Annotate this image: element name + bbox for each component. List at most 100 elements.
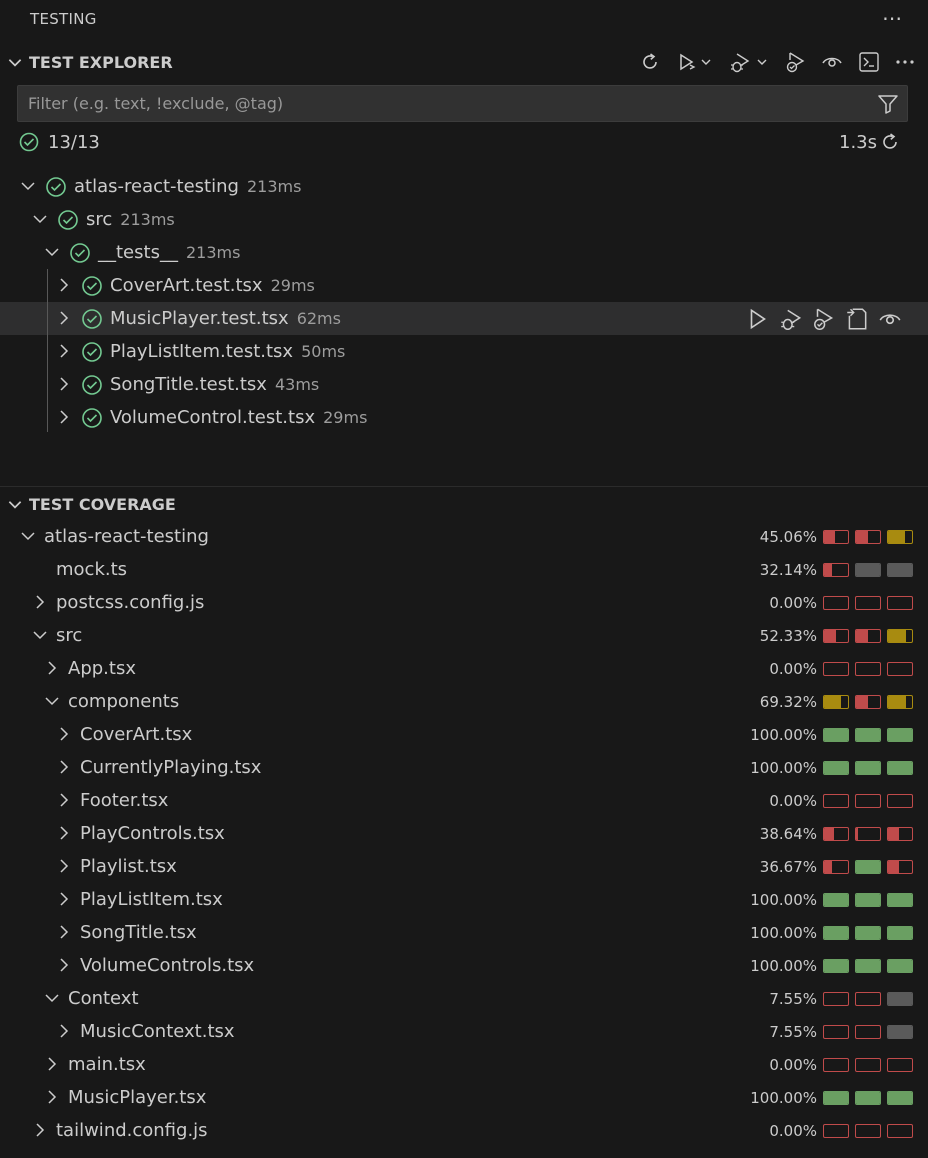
watch-icon[interactable] bbox=[877, 306, 903, 332]
filter-icon[interactable] bbox=[877, 93, 899, 115]
test-tree-item[interactable]: PlayListItem.test.tsx 50ms bbox=[0, 335, 928, 368]
test-tree-item[interactable]: SongTitle.test.tsx 43ms bbox=[0, 368, 928, 401]
coverage-item-label: MusicPlayer.tsx bbox=[68, 1087, 207, 1108]
statement-coverage-bar bbox=[823, 1025, 849, 1039]
more-icon[interactable] bbox=[890, 47, 920, 77]
function-coverage-bar bbox=[855, 596, 881, 610]
chevron-down-icon[interactable] bbox=[44, 990, 60, 1006]
chevron-down-icon[interactable] bbox=[32, 211, 48, 227]
chevron-down-icon[interactable] bbox=[20, 178, 36, 194]
statement-coverage-bar bbox=[823, 827, 849, 841]
debug-test-icon[interactable] bbox=[778, 306, 804, 332]
coverage-item-label: tailwind.config.js bbox=[56, 1120, 208, 1141]
filter-box[interactable] bbox=[17, 85, 908, 122]
coverage-row[interactable]: Footer.tsx 0.00% bbox=[0, 784, 928, 817]
coverage-bar-fill bbox=[856, 564, 880, 576]
chevron-right-icon[interactable] bbox=[56, 891, 72, 907]
chevron-down-icon[interactable] bbox=[6, 53, 24, 71]
chevron-right-icon[interactable] bbox=[56, 310, 72, 326]
chevron-right-icon[interactable] bbox=[56, 343, 72, 359]
chevron-right-icon[interactable] bbox=[44, 1056, 60, 1072]
branch-coverage-bar bbox=[887, 794, 913, 808]
test-tree-item[interactable]: VolumeControl.test.tsx 29ms bbox=[0, 401, 928, 434]
chevron-right-icon[interactable] bbox=[56, 759, 72, 775]
run-coverage-icon[interactable] bbox=[811, 306, 837, 332]
test-tree-item[interactable]: __tests__ 213ms bbox=[0, 236, 928, 269]
chevron-down-icon[interactable] bbox=[32, 627, 48, 643]
chevron-right-icon[interactable] bbox=[56, 1023, 72, 1039]
ellipsis-icon[interactable]: ⋯ bbox=[878, 4, 906, 32]
test-item-duration: 213ms bbox=[185, 243, 241, 262]
chevron-down-icon[interactable] bbox=[44, 693, 60, 709]
coverage-row[interactable]: Context 7.55% bbox=[0, 982, 928, 1015]
chevron-right-icon[interactable] bbox=[44, 660, 60, 676]
coverage-bars bbox=[823, 1124, 915, 1138]
coverage-item-label: Playlist.tsx bbox=[80, 856, 177, 877]
chevron-right-icon[interactable] bbox=[56, 277, 72, 293]
chevron-right-icon[interactable] bbox=[56, 792, 72, 808]
chevron-down-icon[interactable] bbox=[6, 495, 24, 513]
coverage-item-label: CoverArt.tsx bbox=[80, 724, 193, 745]
chevron-down-icon[interactable] bbox=[696, 47, 716, 77]
statement-coverage-bar bbox=[823, 695, 849, 709]
test-tree-item[interactable]: MusicPlayer.test.tsx 62ms bbox=[0, 302, 928, 335]
test-tree-item[interactable]: src 213ms bbox=[0, 203, 928, 236]
coverage-row[interactable]: PlayControls.tsx 38.64% bbox=[0, 817, 928, 850]
chevron-right-icon[interactable] bbox=[56, 726, 72, 742]
test-count: 13/13 bbox=[48, 132, 100, 153]
coverage-row[interactable]: MusicPlayer.tsx 100.00% bbox=[0, 1081, 928, 1114]
test-item-duration: 213ms bbox=[246, 177, 302, 196]
coverage-row[interactable]: src 52.33% bbox=[0, 619, 928, 652]
passed-icon bbox=[19, 132, 39, 152]
coverage-row[interactable]: CoverArt.tsx 100.00% bbox=[0, 718, 928, 751]
chevron-right-icon[interactable] bbox=[56, 924, 72, 940]
chevron-right-icon[interactable] bbox=[32, 1122, 48, 1138]
coverage-row[interactable]: App.tsx 0.00% bbox=[0, 652, 928, 685]
function-coverage-bar bbox=[855, 728, 881, 742]
filter-input[interactable] bbox=[18, 86, 868, 121]
go-to-file-icon[interactable] bbox=[844, 306, 870, 332]
chevron-right-icon[interactable] bbox=[56, 957, 72, 973]
test-item-name: CoverArt.test.tsx bbox=[110, 275, 263, 296]
test-tree-item[interactable]: CoverArt.test.tsx 29ms bbox=[0, 269, 928, 302]
test-explorer-header[interactable]: TEST EXPLORER bbox=[0, 46, 928, 78]
chevron-right-icon[interactable] bbox=[44, 1089, 60, 1105]
coverage-bar-fill bbox=[824, 861, 833, 873]
coverage-row[interactable]: PlayListItem.tsx 100.00% bbox=[0, 883, 928, 916]
chevron-right-icon[interactable] bbox=[56, 858, 72, 874]
chevron-down-icon[interactable] bbox=[752, 47, 772, 77]
run-coverage-icon[interactable] bbox=[781, 47, 811, 77]
coverage-item-label: CurrentlyPlaying.tsx bbox=[80, 757, 262, 778]
chevron-right-icon[interactable] bbox=[56, 825, 72, 841]
coverage-row[interactable]: VolumeControls.tsx 100.00% bbox=[0, 949, 928, 982]
refresh-icon[interactable] bbox=[635, 47, 665, 77]
coverage-bars bbox=[823, 893, 915, 907]
coverage-row[interactable]: mock.ts 32.14% bbox=[0, 553, 928, 586]
watch-icon[interactable] bbox=[817, 47, 847, 77]
coverage-row[interactable]: CurrentlyPlaying.tsx 100.00% bbox=[0, 751, 928, 784]
coverage-row[interactable]: Playlist.tsx 36.67% bbox=[0, 850, 928, 883]
test-coverage-header[interactable]: TEST COVERAGE bbox=[0, 488, 928, 520]
coverage-row[interactable]: tailwind.config.js 0.00% bbox=[0, 1114, 928, 1147]
test-item-label: PlayListItem.test.tsx 50ms bbox=[110, 341, 345, 362]
debug-all-icon[interactable] bbox=[725, 47, 755, 77]
test-tree-item[interactable]: atlas-react-testing 213ms bbox=[0, 170, 928, 203]
coverage-row[interactable]: SongTitle.tsx 100.00% bbox=[0, 916, 928, 949]
chevron-down-icon[interactable] bbox=[20, 528, 36, 544]
terminal-icon[interactable] bbox=[854, 47, 884, 77]
rerun-icon[interactable] bbox=[879, 131, 901, 153]
chevron-down-icon[interactable] bbox=[44, 244, 60, 260]
test-item-name: src bbox=[86, 209, 113, 230]
coverage-row[interactable]: main.tsx 0.00% bbox=[0, 1048, 928, 1081]
coverage-row[interactable]: components 69.32% bbox=[0, 685, 928, 718]
chevron-right-icon[interactable] bbox=[56, 409, 72, 425]
chevron-right-icon[interactable] bbox=[56, 376, 72, 392]
passed-icon bbox=[82, 309, 102, 329]
chevron-right-icon[interactable] bbox=[32, 594, 48, 610]
coverage-row[interactable]: MusicContext.tsx 7.55% bbox=[0, 1015, 928, 1048]
coverage-row[interactable]: postcss.config.js 0.00% bbox=[0, 586, 928, 619]
coverage-percent: 100.00% bbox=[750, 891, 817, 909]
run-test-icon[interactable] bbox=[745, 306, 771, 332]
coverage-row[interactable]: atlas-react-testing 45.06% bbox=[0, 520, 928, 553]
branch-coverage-bar bbox=[887, 860, 913, 874]
